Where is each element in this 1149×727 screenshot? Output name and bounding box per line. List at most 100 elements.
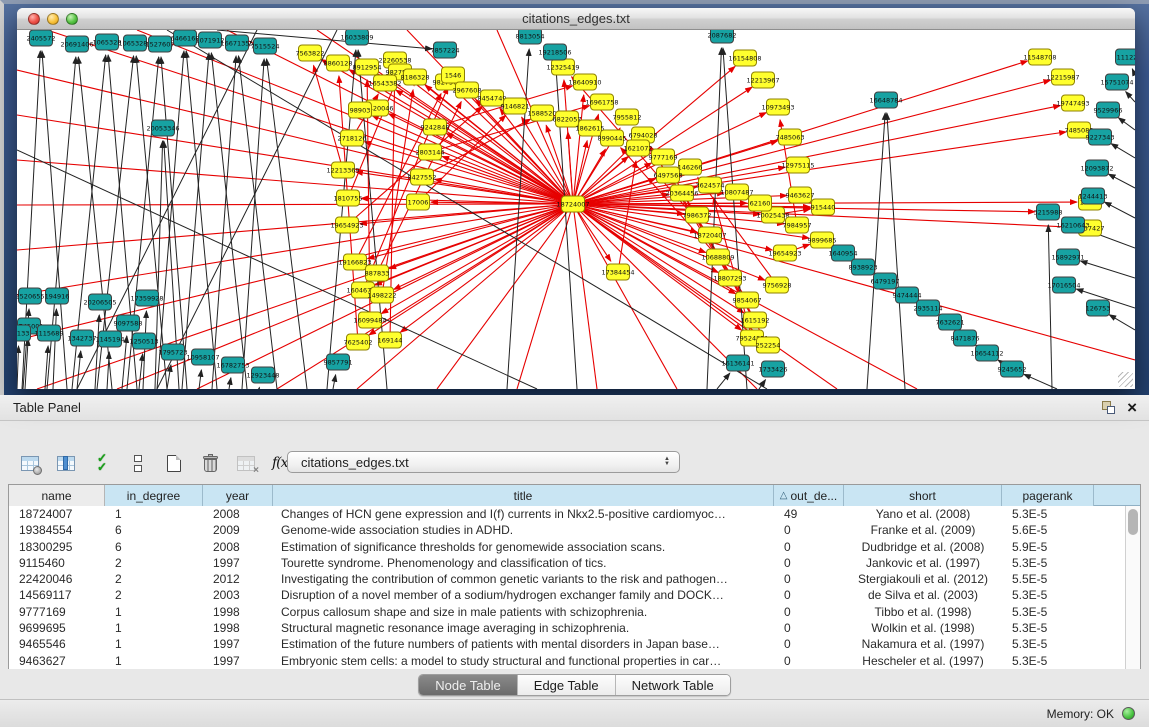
graph-node[interactable]: 887833	[365, 265, 390, 281]
table-cell[interactable]: 5.3E-5	[1002, 506, 1094, 522]
table-cell[interactable]: 2	[105, 571, 203, 587]
table-cell[interactable]: Corpus callosum shape and size in male p…	[273, 604, 774, 620]
table-cell[interactable]: 1	[105, 653, 203, 669]
table-cell[interactable]: Embryonic stem cells: a model to study s…	[273, 653, 774, 669]
column-header-name[interactable]: name	[9, 485, 105, 506]
graph-node[interactable]: 1342737	[68, 330, 97, 346]
table-cell[interactable]: 1997	[203, 636, 273, 652]
delete-table-button[interactable]: ×	[235, 453, 257, 473]
table-cell[interactable]: 0	[774, 571, 844, 587]
graph-node[interactable]: 7485063	[776, 129, 805, 145]
graph-node[interactable]: 39133	[17, 325, 31, 341]
table-cell[interactable]: 1998	[203, 604, 273, 620]
graph-node[interactable]: 19747493	[1056, 95, 1089, 111]
graph-node[interactable]: 1795723	[159, 344, 188, 360]
graph-node[interactable]: 9756928	[763, 277, 792, 293]
graph-node[interactable]: 12923448	[246, 367, 279, 383]
graph-node[interactable]: 18720407	[693, 227, 726, 243]
table-cell[interactable]: 1997	[203, 555, 273, 571]
table-cell[interactable]: 9777169	[9, 604, 105, 620]
graph-node[interactable]: 17359928	[130, 290, 163, 306]
table-cell[interactable]: 0	[774, 604, 844, 620]
close-window-icon[interactable]	[28, 13, 40, 25]
table-cell[interactable]: 2003	[203, 587, 273, 603]
graph-node[interactable]: 9529966	[1094, 102, 1123, 118]
table-cell[interactable]: 49	[774, 506, 844, 522]
table-cell[interactable]: Yano et al. (2008)	[844, 506, 1002, 522]
table-cell[interactable]: Hescheler et al. (1997)	[844, 653, 1002, 669]
graph-node[interactable]: 20206505	[83, 294, 116, 310]
graph-node[interactable]: 9242848	[421, 119, 450, 135]
graph-node[interactable]: 16648784	[869, 92, 902, 108]
table-cell[interactable]: Disruption of a novel member of a sodium…	[273, 587, 774, 603]
column-header-year[interactable]: year	[203, 485, 273, 506]
graph-node[interactable]: 2405572	[27, 30, 56, 46]
graph-node[interactable]: 15892971	[1051, 249, 1084, 265]
graph-node[interactable]: 2718126	[338, 130, 367, 146]
graph-node[interactable]: 2520655	[17, 288, 44, 304]
table-cell[interactable]: 9463627	[9, 653, 105, 669]
table-cell[interactable]: 22420046	[9, 571, 105, 587]
graph-node[interactable]: 7955812	[613, 109, 642, 125]
table-cell[interactable]: 18300295	[9, 539, 105, 555]
table-cell[interactable]: 9115460	[9, 555, 105, 571]
table-cell[interactable]: de Silva et al. (2003)	[844, 587, 1002, 603]
graph-node[interactable]: 9857791	[324, 354, 353, 370]
zoom-window-icon[interactable]	[66, 13, 78, 25]
table-row[interactable]: 1830029562008Estimation of significance …	[9, 539, 1140, 555]
table-cell[interactable]: Stergiakouli et al. (2012)	[844, 571, 1002, 587]
graph-node[interactable]: 6479197	[871, 273, 900, 289]
table-cell[interactable]: 0	[774, 587, 844, 603]
table-row[interactable]: 969969511998Structural magnetic resonanc…	[9, 620, 1140, 636]
graph-node[interactable]: 16033809	[340, 30, 373, 45]
graph-node[interactable]: 12215987	[1046, 69, 1079, 85]
table-row[interactable]: 911546021997Tourette syndrome. Phenomeno…	[9, 555, 1140, 571]
graph-node[interactable]: 1250513	[130, 333, 159, 349]
graph-node[interactable]: 169144	[378, 332, 403, 348]
table-cell[interactable]: 6	[105, 522, 203, 538]
graph-node[interactable]: 16543382	[368, 75, 401, 91]
graph-node[interactable]: 1733426	[759, 361, 788, 377]
table-cell[interactable]: 1998	[203, 620, 273, 636]
column-header-in_degree[interactable]: in_degree	[105, 485, 203, 506]
column-header-out_de[interactable]: △out_de...	[774, 485, 844, 506]
graph-node[interactable]: 20364456	[665, 185, 698, 201]
column-header-short[interactable]: short	[844, 485, 1002, 506]
graph-node[interactable]: 11548708	[1023, 49, 1056, 65]
select-all-button[interactable]: ✓✓	[91, 453, 113, 473]
table-cell[interactable]: 2008	[203, 539, 273, 555]
table-cell[interactable]: 5.3E-5	[1002, 620, 1094, 636]
graph-node[interactable]: 2935114	[914, 300, 943, 316]
table-cell[interactable]: 18724007	[9, 506, 105, 522]
graph-node[interactable]: 12975115	[781, 157, 814, 173]
table-row[interactable]: 1872400712008Changes of HCN gene express…	[9, 506, 1140, 522]
table-cell[interactable]: 5.3E-5	[1002, 604, 1094, 620]
graph-node[interactable]: 19654923	[768, 245, 801, 261]
graph-node[interactable]: 17384454	[601, 264, 634, 280]
table-cell[interactable]: 5.3E-5	[1002, 587, 1094, 603]
table-row[interactable]: 1456911722003Disruption of a novel membe…	[9, 587, 1140, 603]
graph-node[interactable]: 8813054	[516, 30, 545, 44]
table-cell[interactable]: 6	[105, 539, 203, 555]
graph-node[interactable]: 12093872	[1080, 160, 1113, 176]
graph-node[interactable]: 1498222	[368, 287, 397, 303]
tab-node-table[interactable]: Node Table	[419, 675, 518, 695]
table-cell[interactable]: 1	[105, 636, 203, 652]
graph-node[interactable]: 10654112	[970, 345, 1003, 361]
graph-node[interactable]: 16961758	[585, 94, 618, 110]
graph-node[interactable]: 16671355	[220, 35, 253, 51]
graph-node[interactable]: 7857224	[431, 42, 460, 58]
graph-node[interactable]: 1546	[442, 67, 465, 83]
graph-node[interactable]: 8860128	[324, 55, 353, 71]
graph-node[interactable]: 9463627	[786, 187, 815, 203]
table-row[interactable]: 2242004622012Investigating the contribut…	[9, 571, 1140, 587]
graph-node[interactable]: 11122	[1116, 49, 1136, 65]
table-cell[interactable]: 1	[105, 620, 203, 636]
graph-node[interactable]: 20053346	[146, 120, 179, 136]
graph-node[interactable]: 1640954	[829, 245, 858, 261]
graph-node[interactable]: 12213369	[326, 162, 359, 178]
graph-node[interactable]: 17016504	[1047, 277, 1080, 293]
graph-node[interactable]: 2803144	[416, 144, 445, 160]
graph-node[interactable]: 9227343	[1086, 129, 1115, 145]
table-cell[interactable]: 2	[105, 587, 203, 603]
